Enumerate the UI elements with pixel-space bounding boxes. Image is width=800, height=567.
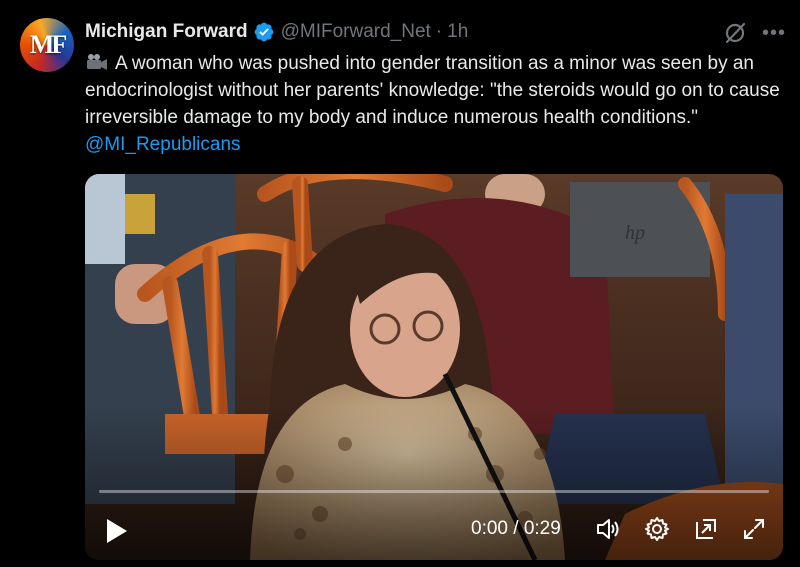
play-icon [107, 519, 127, 543]
author-name[interactable]: Michigan Forward [85, 21, 248, 43]
video-camera-icon [85, 52, 109, 70]
play-button[interactable] [103, 516, 129, 546]
mention-link[interactable]: @MI_Republicans [85, 134, 241, 155]
pip-button[interactable] [693, 516, 719, 542]
volume-button[interactable] [595, 516, 621, 542]
video-progress-bar[interactable] [99, 490, 769, 493]
fullscreen-button[interactable] [741, 516, 767, 542]
video-player[interactable]: hp 0:00 / 0:29 [85, 174, 783, 560]
avatar-text: MF [29, 30, 67, 59]
tweet-header: Michigan Forward @MIForward_Net · 1h [85, 18, 468, 46]
author-handle[interactable]: @MIForward_Net [281, 21, 431, 43]
picture-in-picture-icon [696, 519, 716, 539]
expand-icon [744, 519, 764, 539]
separator-dot: · [435, 21, 443, 42]
video-timecode: 0:00 / 0:29 [471, 518, 561, 539]
tweet-text: A woman who was pushed into gender trans… [85, 50, 790, 158]
settings-button[interactable] [644, 516, 670, 542]
post-time[interactable]: 1h [447, 21, 468, 43]
grok-icon[interactable] [722, 20, 748, 46]
video-controls: 0:00 / 0:29 [85, 500, 783, 560]
gear-icon [645, 517, 669, 541]
verified-badge-icon [253, 21, 275, 43]
author-avatar[interactable]: MF [20, 18, 74, 72]
tweet-body: A woman who was pushed into gender trans… [85, 53, 780, 128]
speaker-icon [597, 519, 619, 539]
more-options-icon[interactable]: ••• [762, 22, 786, 45]
